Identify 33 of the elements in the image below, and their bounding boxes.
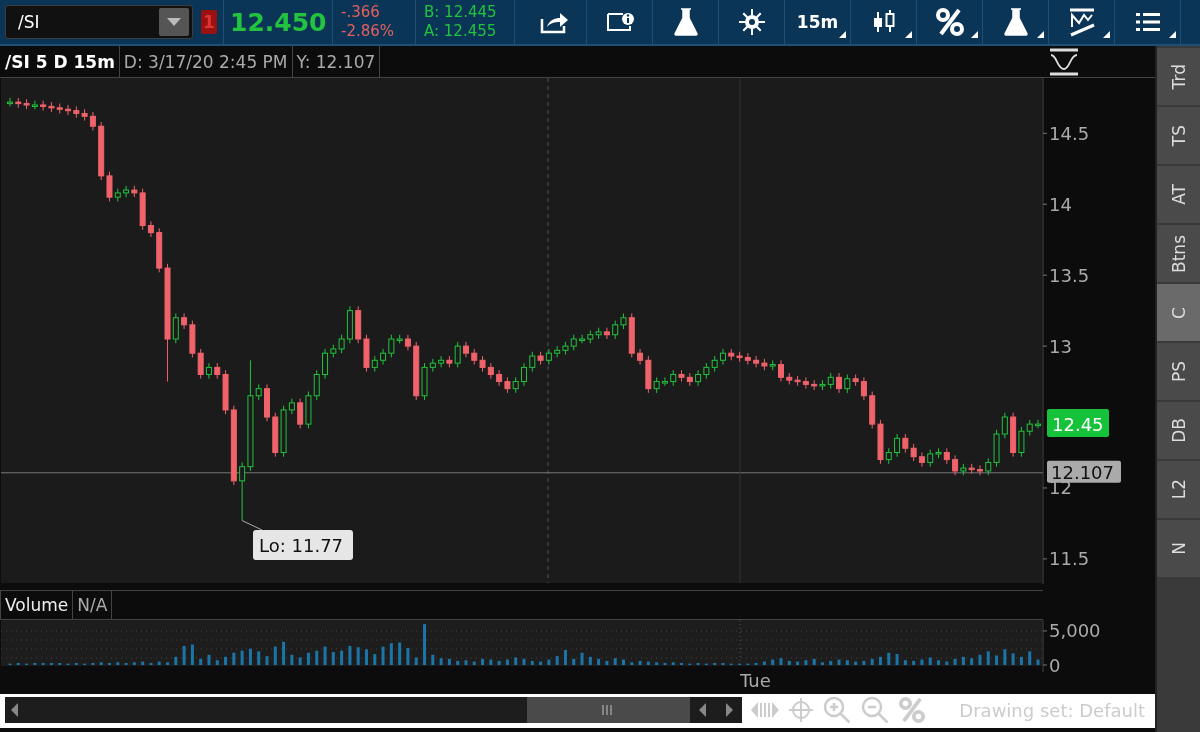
side-tab[interactable]: Btns [1157,225,1200,284]
side-tab[interactable]: AT [1157,166,1200,225]
side-tab[interactable]: PS [1157,343,1200,402]
side-tab[interactable]: DB [1157,402,1200,461]
cursor-value: Y: 12.107 [292,46,381,77]
percent-change: -2.86% [341,22,396,41]
volume-axis-label: 0 [1049,654,1061,672]
symbol-field[interactable]: /SI [5,5,193,39]
ref-line-label: 12.107 [1051,461,1114,483]
last-price-badge: 12.45 [1047,409,1109,438]
bid-price: B: 12.445 [424,3,498,22]
side-tab[interactable]: C [1157,284,1200,343]
side-tab[interactable]: TS [1157,107,1200,166]
price-axis-label: 13.5 [1049,264,1090,286]
side-tab[interactable]: L2 [1157,461,1200,520]
ask-price: A: 12.455 [424,22,498,41]
interval-button[interactable]: 15m [785,0,851,44]
low-label: Lo: 11.77 [253,530,353,560]
cursor-date: D: 3/17/20 2:45 PM [119,46,293,77]
price-axis-label: 14 [1049,193,1072,215]
volume-title: Volume [1,591,74,619]
price-axis-label: 11.5 [1049,548,1090,570]
last-price: 12.450 [230,7,326,37]
side-tab[interactable]: Trd [1157,48,1200,107]
price-axis-label: 14.5 [1049,122,1090,144]
reference-price-badge: 12.107 [1047,460,1121,483]
volume-value: N/A [73,591,113,619]
time-axis-label: Tue [740,670,771,691]
chart-title: /SI 5 D 15m [0,46,120,77]
volume-axis-label: 5,000 [1049,620,1101,642]
net-change: -.366 [341,3,381,22]
side-tab[interactable]: N [1157,520,1200,579]
price-axis-label: 13 [1049,335,1072,357]
